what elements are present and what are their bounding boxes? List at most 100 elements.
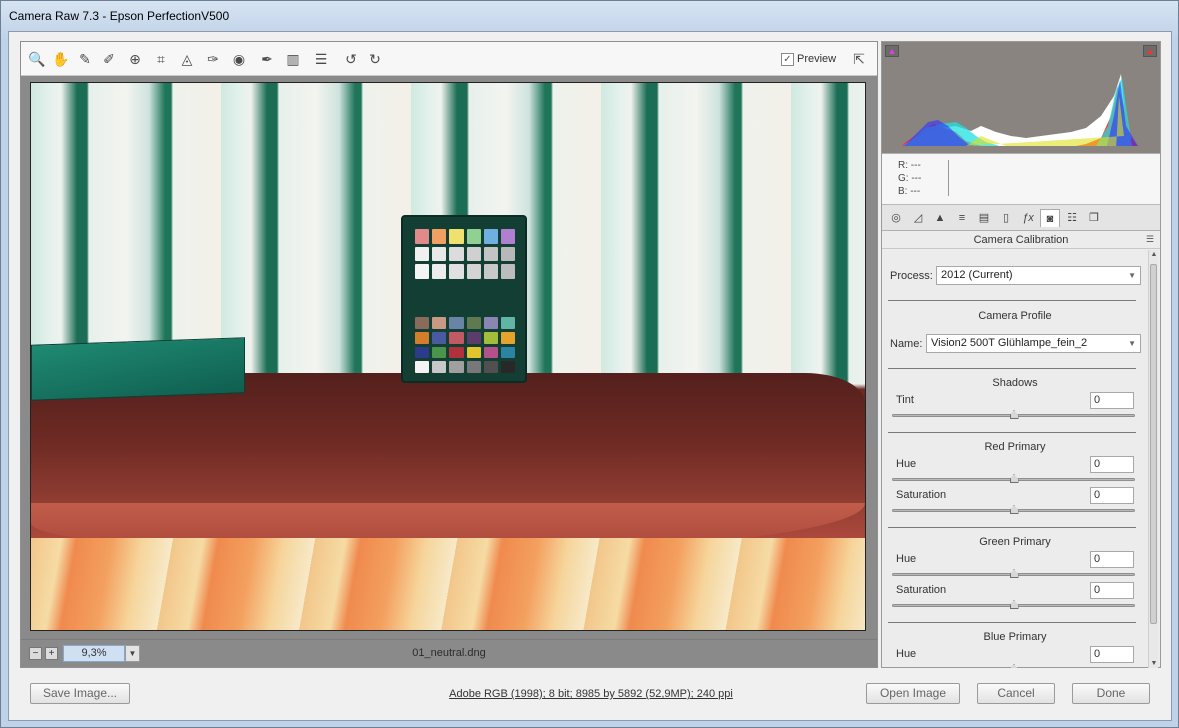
panel-scrollbar[interactable]: ▲ ▼	[1148, 250, 1158, 668]
toolbar: ✓ Preview ⇱ 🔍 ✋ ✎ ✐ ⊕ ⌗ ◬ ✑ ◉ ✒ ▥ ☰ ↺ ↻	[21, 42, 877, 76]
done-button[interactable]: Done	[1072, 683, 1150, 704]
spot-removal-tool-icon[interactable]: ✑	[203, 49, 223, 69]
red-primary-hue-slider[interactable]	[892, 474, 1135, 483]
color-sampler-tool-icon[interactable]: ✐	[99, 49, 119, 69]
checker-patch	[483, 246, 498, 262]
checker-patch	[500, 317, 515, 329]
checker-patch	[449, 229, 464, 244]
checker-patch	[415, 361, 430, 373]
rotate-left-tool-icon[interactable]: ↺	[341, 49, 361, 69]
checker-patch	[500, 346, 515, 359]
zoom-dropdown-icon[interactable]: ▼	[125, 645, 140, 662]
white-balance-tool-icon[interactable]: ✎	[75, 49, 95, 69]
checker-patch	[500, 264, 515, 279]
red-primary-saturation-field[interactable]: 0	[1090, 487, 1134, 504]
checker-patch	[483, 229, 498, 244]
blue-primary-hue-slider-thumb[interactable]	[1009, 664, 1019, 668]
preview-toggle[interactable]: ✓ Preview	[781, 51, 836, 67]
targeted-adjustment-tool-icon[interactable]: ⊕	[125, 49, 145, 69]
red-eye-tool-icon[interactable]: ◉	[229, 49, 249, 69]
histogram: ▲ ▲	[882, 42, 1160, 154]
checker-patch	[449, 361, 464, 373]
crop-tool-icon[interactable]: ⌗	[151, 49, 171, 69]
tab-detail-icon[interactable]: ▲	[930, 209, 950, 227]
green-primary-hue-field[interactable]: 0	[1090, 551, 1134, 568]
blue-primary-hue-field[interactable]: 0	[1090, 646, 1134, 663]
graduated-filter-tool-icon[interactable]: ▥	[283, 49, 303, 69]
checker-patch	[449, 346, 464, 359]
tab-camera-calibration-icon[interactable]: ◙	[1040, 209, 1060, 227]
checker-patch	[483, 361, 498, 373]
zoom-tool-icon[interactable]: 🔍	[27, 49, 47, 69]
red-primary-saturation-slider-thumb[interactable]	[1009, 505, 1019, 514]
camera-calibration-panel: Process: 2012 (Current) ▼ Camera Profile…	[882, 250, 1148, 668]
section-title-red-primary: Red Primary	[984, 441, 1046, 453]
red-primary-saturation-label: Saturation	[896, 489, 947, 501]
preview-checkbox[interactable]: ✓	[781, 52, 794, 66]
camera-profile-title: Camera Profile	[978, 310, 1052, 322]
zoom-out-button[interactable]: −	[29, 647, 42, 660]
green-primary-saturation-slider-thumb[interactable]	[1009, 600, 1019, 609]
tab-tone-curve-icon[interactable]: ◿	[908, 209, 928, 227]
process-select[interactable]: 2012 (Current) ▼	[936, 266, 1141, 285]
red-primary-saturation-slider[interactable]	[892, 505, 1135, 514]
green-primary-saturation-field[interactable]: 0	[1090, 582, 1134, 599]
section-divider	[888, 300, 1136, 301]
green-primary-saturation-slider[interactable]	[892, 600, 1135, 609]
profile-name-select[interactable]: Vision2 500T Glühlampe_fein_2 ▼	[926, 334, 1141, 353]
shadow-clipping-warning-icon[interactable]: ▲	[885, 45, 899, 57]
zoom-level-field[interactable]: 9,3%	[63, 645, 125, 662]
panel-menu-icon[interactable]: ☰	[1146, 234, 1154, 245]
rotate-right-tool-icon[interactable]: ↻	[365, 49, 385, 69]
tab-basic-icon[interactable]: ◎	[886, 209, 906, 227]
shadows-tint-slider-thumb[interactable]	[1009, 410, 1019, 419]
checker-patch	[432, 361, 447, 373]
checker-patch	[466, 331, 481, 344]
highlight-clipping-warning-icon[interactable]: ▲	[1143, 45, 1157, 57]
tab-hsl-icon[interactable]: ≡	[952, 209, 972, 227]
checker-patch	[466, 361, 481, 373]
shadows-tint-slider[interactable]	[892, 410, 1135, 419]
adjustment-brush-tool-icon[interactable]: ✒	[257, 49, 277, 69]
checker-patch	[500, 246, 515, 262]
tab-presets-icon[interactable]: ☷	[1062, 209, 1082, 227]
section-title-green-primary: Green Primary	[979, 536, 1051, 548]
readout-r: R: ---	[898, 160, 921, 171]
scroll-up-icon[interactable]: ▲	[1149, 251, 1159, 258]
zoom-in-button[interactable]: +	[45, 647, 58, 660]
chevron-down-icon: ▼	[1128, 271, 1136, 280]
tab-split-toning-icon[interactable]: ▤	[974, 209, 994, 227]
histogram-graph	[894, 69, 1148, 146]
open-image-button[interactable]: Open Image	[866, 683, 960, 704]
checker-patch	[415, 264, 430, 279]
image-pane: ✓ Preview ⇱ 🔍✋✎✐ ⊕ ⌗ ◬ ✑ ◉ ✒ ▥ ☰ ↺↻	[20, 41, 878, 668]
scroll-down-icon[interactable]: ▼	[1149, 660, 1159, 667]
image-preview-area[interactable]	[21, 76, 877, 639]
checker-patch	[500, 361, 515, 373]
cancel-button[interactable]: Cancel	[977, 683, 1055, 704]
scroll-thumb[interactable]	[1150, 264, 1157, 624]
red-primary-hue-field[interactable]: 0	[1090, 456, 1134, 473]
checker-patch	[432, 317, 447, 329]
process-value: 2012 (Current)	[941, 269, 1013, 281]
checker-top-grid	[415, 229, 515, 279]
tab-snapshots-icon[interactable]: ❐	[1084, 209, 1104, 227]
tab-lens-corrections-icon[interactable]: ▯	[996, 209, 1016, 227]
preferences-tool-icon[interactable]: ☰	[311, 49, 331, 69]
straighten-tool-icon[interactable]: ◬	[177, 49, 197, 69]
readout-g: G: ---	[898, 173, 922, 184]
checker-patch	[466, 246, 481, 262]
fullscreen-toggle-icon[interactable]: ⇱	[849, 49, 869, 69]
green-primary-hue-slider[interactable]	[892, 569, 1135, 578]
green-primary-hue-slider-thumb[interactable]	[1009, 569, 1019, 578]
red-primary-hue-slider-thumb[interactable]	[1009, 474, 1019, 483]
blue-primary-hue-label: Hue	[896, 648, 917, 660]
shadows-tint-label: Tint	[896, 394, 914, 406]
checker-patch	[432, 331, 447, 344]
tab-effects-icon[interactable]: ƒx	[1018, 209, 1038, 227]
section-divider	[888, 368, 1136, 369]
shadows-tint-field[interactable]: 0	[1090, 392, 1134, 409]
preview-image[interactable]	[30, 82, 866, 631]
hand-tool-icon[interactable]: ✋	[51, 49, 71, 69]
preview-label: Preview	[797, 53, 837, 65]
